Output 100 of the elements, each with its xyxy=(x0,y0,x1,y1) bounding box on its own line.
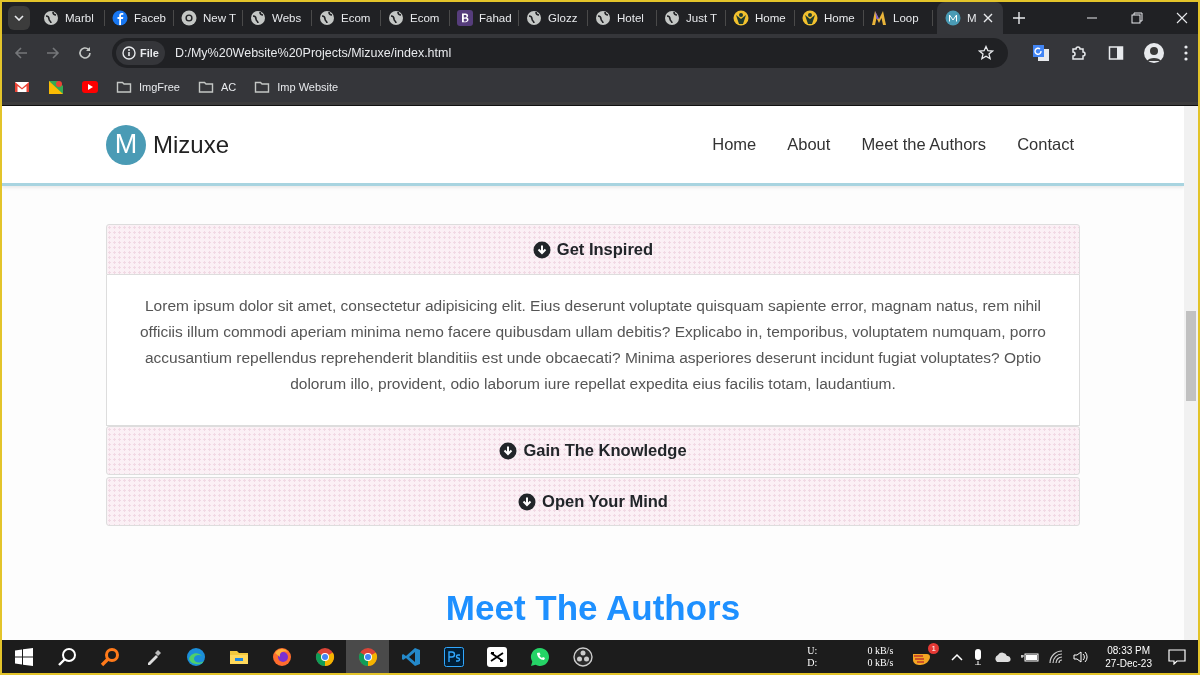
bookmark[interactable]: ImgFree xyxy=(114,79,182,95)
battery-icon[interactable] xyxy=(1021,651,1040,662)
scrollbar-thumb[interactable] xyxy=(1186,311,1196,401)
arrow-down-icon xyxy=(499,441,518,460)
globe-icon xyxy=(43,10,59,26)
bookmark[interactable] xyxy=(46,79,66,95)
caret-icon xyxy=(14,15,24,21)
star-icon[interactable] xyxy=(978,45,994,61)
date-text: 27-Dec-23 xyxy=(1105,656,1152,670)
forward-icon[interactable] xyxy=(46,46,60,60)
globe-icon xyxy=(250,10,266,26)
nav-link[interactable]: About xyxy=(787,135,831,154)
folder-icon xyxy=(197,79,214,95)
bookmark-label: AC xyxy=(220,81,237,93)
browser-tab[interactable]: Webs xyxy=(243,10,312,26)
microphone-icon[interactable] xyxy=(973,648,984,665)
plus-icon[interactable] xyxy=(1013,12,1025,24)
bookmark[interactable] xyxy=(80,79,100,95)
avatar-icon[interactable] xyxy=(1144,43,1164,63)
side-panel-icon[interactable] xyxy=(1108,45,1124,61)
globe-icon xyxy=(526,10,542,26)
notification-badge: 1 xyxy=(928,642,940,654)
nav-link[interactable]: Home xyxy=(712,135,757,154)
tab-label: New T xyxy=(203,12,237,24)
arrow-down-icon xyxy=(518,492,537,511)
nav-link[interactable]: Meet the Authors xyxy=(861,135,987,154)
close-icon[interactable] xyxy=(1176,12,1188,24)
browser-tab[interactable]: Loop xyxy=(864,10,933,26)
windows-icon xyxy=(13,646,34,667)
b-logo-icon xyxy=(457,10,473,26)
tab-label: Home xyxy=(755,12,786,24)
download-label: D: xyxy=(807,656,819,669)
code-editor-icon xyxy=(400,646,421,667)
tab-label: Loop xyxy=(893,12,919,24)
map-pin-icon xyxy=(48,79,64,95)
puzzle-icon[interactable] xyxy=(1070,44,1088,62)
browser-tab[interactable]: Home xyxy=(726,10,795,26)
globe-icon xyxy=(319,10,335,26)
search-icon xyxy=(56,646,77,667)
figure-icon xyxy=(802,10,818,26)
speaker-icon[interactable] xyxy=(1073,649,1090,664)
bookmark[interactable]: AC xyxy=(195,79,239,95)
arrow-down-icon xyxy=(532,240,551,259)
browser-tab[interactable]: Home xyxy=(795,10,864,26)
wifi-icon[interactable] xyxy=(1049,649,1064,664)
accordion-title: Open Your Mind xyxy=(542,492,668,511)
accordion-title: Get Inspired xyxy=(556,240,654,259)
chevron-up-icon[interactable] xyxy=(951,652,964,661)
upload-rate: 0 kB/s xyxy=(866,644,894,657)
browser-tab[interactable]: Just T xyxy=(657,10,726,26)
browser-tab[interactable]: Ecom xyxy=(381,10,450,26)
tab-label: Faceb xyxy=(134,12,166,24)
bookmark[interactable]: Imp Website xyxy=(252,79,341,95)
close-icon[interactable] xyxy=(982,13,993,23)
browser-tab[interactable]: Hotel xyxy=(588,10,657,26)
chat-bubble-icon xyxy=(529,646,550,667)
browser-tab[interactable]: Glozz xyxy=(519,10,588,26)
browser-tab[interactable]: Fahad xyxy=(450,10,519,26)
tab-label: Home xyxy=(824,12,855,24)
globe-icon xyxy=(664,10,680,26)
browser-tab[interactable]: Marbl xyxy=(36,10,105,26)
scrollbar[interactable] xyxy=(1184,106,1198,640)
notifications-icon[interactable] xyxy=(1168,648,1186,665)
magnifier-icon xyxy=(99,646,120,667)
restore-icon[interactable] xyxy=(1131,12,1143,24)
bookmark[interactable] xyxy=(12,79,32,95)
brand-name[interactable]: Mizuxe xyxy=(153,130,230,159)
menu-icon[interactable] xyxy=(1184,45,1188,61)
tab-label: Glozz xyxy=(548,12,578,24)
tab-label: Fahad xyxy=(479,12,512,24)
ps-icon xyxy=(443,646,464,667)
address-bar[interactable]: File D:/My%20Website%20Projects/Mizuxe/index.html xyxy=(112,38,1008,68)
clock[interactable]: 08:33 PM 27-Dec-23 xyxy=(1105,643,1152,670)
translate-icon[interactable] xyxy=(1032,44,1050,62)
accordion-header[interactable]: Get Inspired xyxy=(106,224,1080,275)
tab-search-button[interactable] xyxy=(8,6,30,30)
site-info-chip[interactable]: File xyxy=(116,41,165,65)
scissors-icon xyxy=(486,646,507,667)
chip-label: File xyxy=(140,47,159,59)
figure-icon xyxy=(733,10,749,26)
browser-tab[interactable]: Faceb xyxy=(105,10,174,26)
f-logo-icon xyxy=(112,10,128,26)
accordion-header[interactable]: Gain The Knowledge xyxy=(106,426,1080,475)
nav-link[interactable]: Contact xyxy=(1017,135,1074,154)
accordion-title: Gain The Knowledge xyxy=(523,441,687,460)
download-rate: 0 kB/s xyxy=(866,656,894,669)
browser-tab[interactable]: M xyxy=(937,2,1003,34)
folder-icon xyxy=(116,79,132,95)
cloud-icon[interactable] xyxy=(993,651,1012,662)
tab-label: Just T xyxy=(686,12,718,24)
reload-icon[interactable] xyxy=(78,46,92,60)
browser-tab[interactable]: Ecom xyxy=(312,10,381,26)
chrome-icon xyxy=(357,646,378,667)
back-icon[interactable] xyxy=(14,46,28,60)
browser-tab[interactable]: New T xyxy=(174,10,243,26)
tab-label: Hotel xyxy=(617,12,644,24)
bookmark-label: Imp Website xyxy=(277,81,339,93)
fox-icon xyxy=(271,646,292,667)
tab-label: Ecom xyxy=(410,12,440,24)
accordion-header[interactable]: Open Your Mind xyxy=(106,477,1080,526)
